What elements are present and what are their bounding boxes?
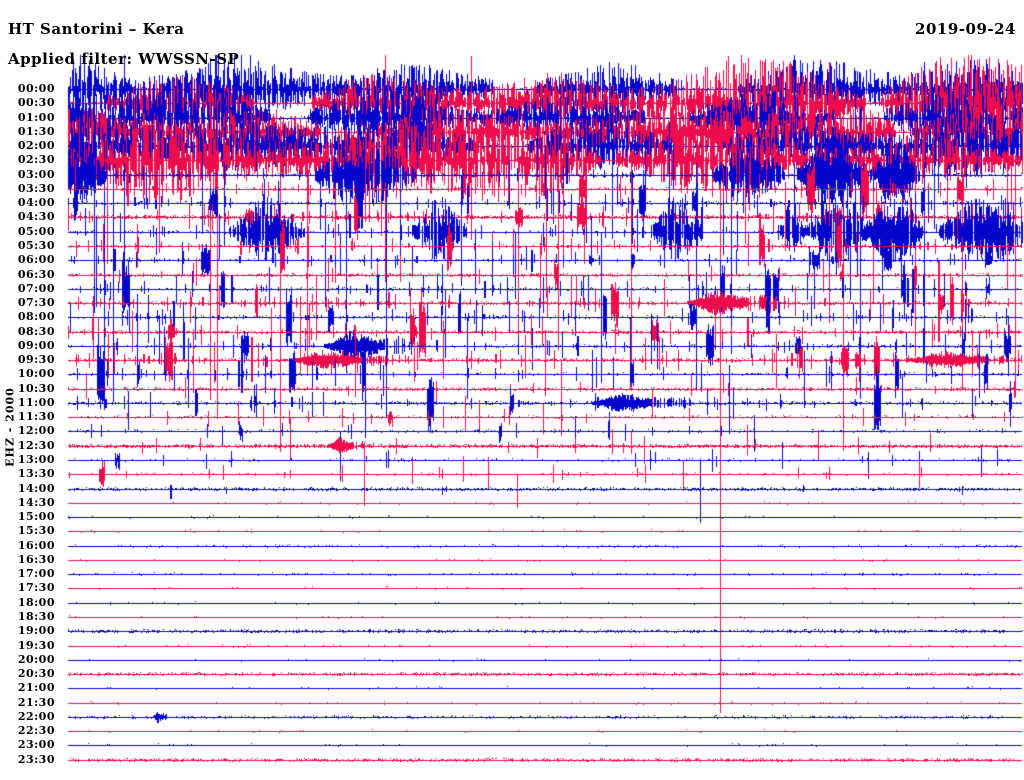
time-label-0130: 01:30 <box>17 125 55 138</box>
time-label-0830: 08:30 <box>17 325 55 338</box>
time-axis: 00:00 00:30 01:00 01:30 02:00 02:30 03:00 03:30… <box>0 0 57 780</box>
time-label-1200: 12:00 <box>17 424 55 437</box>
time-label-2030: 20:30 <box>17 667 55 680</box>
time-label-0030: 00:30 <box>17 96 55 109</box>
time-label-1000: 10:00 <box>17 367 55 380</box>
time-label-1730: 17:30 <box>17 581 55 594</box>
time-label-0700: 07:00 <box>17 282 55 295</box>
time-label-2330: 23:30 <box>17 753 55 766</box>
time-label-2200: 22:00 <box>17 710 55 723</box>
time-label-1930: 19:30 <box>17 639 55 652</box>
time-label-0800: 08:00 <box>17 310 55 323</box>
time-label-1600: 16:00 <box>17 539 55 552</box>
time-label-1230: 12:30 <box>17 439 55 452</box>
time-label-0330: 03:30 <box>17 182 55 195</box>
time-label-0900: 09:00 <box>17 339 55 352</box>
time-label-2130: 21:30 <box>17 696 55 709</box>
time-label-2100: 21:00 <box>17 681 55 694</box>
time-label-1030: 10:30 <box>17 382 55 395</box>
time-label-0430: 04:30 <box>17 210 55 223</box>
time-label-0300: 03:00 <box>17 168 55 181</box>
time-label-0630: 06:30 <box>17 268 55 281</box>
time-label-0930: 09:30 <box>17 353 55 366</box>
time-label-1700: 17:00 <box>17 567 55 580</box>
time-label-1430: 14:30 <box>17 496 55 509</box>
time-label-1530: 15:30 <box>17 524 55 537</box>
time-label-0200: 02:00 <box>17 139 55 152</box>
time-label-1100: 11:00 <box>17 396 55 409</box>
time-label-0000: 00:00 <box>17 82 55 95</box>
time-label-1630: 16:30 <box>17 553 55 566</box>
time-label-1900: 19:00 <box>17 624 55 637</box>
time-label-2230: 22:30 <box>17 724 55 737</box>
time-label-2300: 23:00 <box>17 738 55 751</box>
time-label-1130: 11:30 <box>17 410 55 423</box>
time-label-0730: 07:30 <box>17 296 55 309</box>
time-label-0600: 06:00 <box>17 253 55 266</box>
time-label-1800: 18:00 <box>17 596 55 609</box>
helicorder-traces-canvas <box>0 0 1024 780</box>
time-label-0230: 02:30 <box>17 153 55 166</box>
time-label-1300: 13:00 <box>17 453 55 466</box>
time-label-2000: 20:00 <box>17 653 55 666</box>
time-label-0100: 01:00 <box>17 111 55 124</box>
time-label-1400: 14:00 <box>17 482 55 495</box>
time-label-1500: 15:00 <box>17 510 55 523</box>
date-label: 2019-09-24 <box>915 20 1016 38</box>
time-label-0500: 05:00 <box>17 225 55 238</box>
time-label-1830: 18:30 <box>17 610 55 623</box>
time-label-1330: 13:30 <box>17 467 55 480</box>
time-label-0400: 04:00 <box>17 196 55 209</box>
time-label-0530: 05:30 <box>17 239 55 252</box>
